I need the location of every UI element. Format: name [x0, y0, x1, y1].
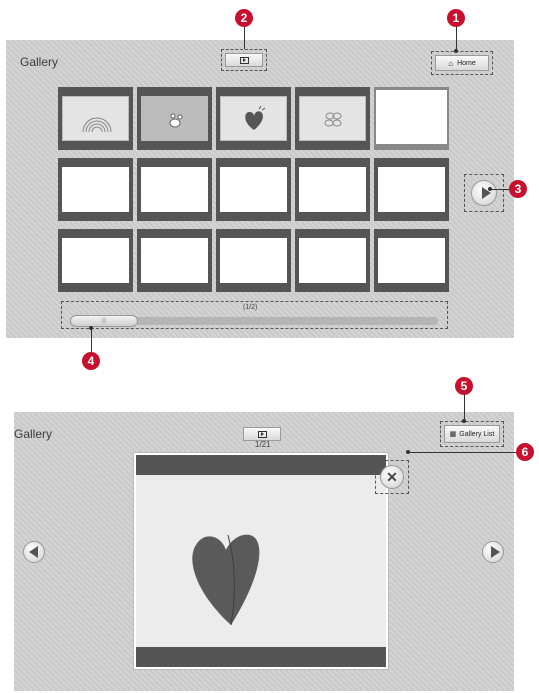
slideshow-button[interactable] [225, 53, 263, 67]
thumbnail-heart[interactable] [216, 87, 291, 150]
slideshow-button[interactable] [243, 427, 281, 441]
viewer-header-bar [136, 455, 386, 475]
home-label: Home [457, 59, 476, 67]
viewer-image [136, 475, 386, 647]
callout-leader [456, 27, 457, 51]
thumbnail-blank[interactable] [374, 158, 449, 221]
gallery-list-label: Gallery List [459, 430, 495, 438]
callout-4: 4 [82, 352, 100, 370]
thumbnail-image [62, 96, 129, 141]
callout-3: 3 [509, 180, 527, 198]
callout-anchor [488, 187, 492, 191]
scroll-thumb[interactable]: ||| [70, 315, 138, 327]
thumbnail-image [62, 238, 129, 283]
image-viewer[interactable] [134, 453, 388, 669]
thumbnail-image [378, 238, 445, 283]
thumbnail-blank[interactable] [295, 158, 370, 221]
next-image-button[interactable] [482, 541, 504, 563]
thumbnail-image [378, 167, 445, 212]
thumbnail-blank[interactable] [137, 158, 212, 221]
callout-leader [408, 452, 516, 453]
heart-icon [192, 534, 260, 626]
thumbnail-grid [58, 87, 452, 300]
callout-anchor [462, 419, 466, 423]
callout-5: 5 [455, 377, 473, 395]
next-arrow-icon [491, 546, 500, 558]
thumbnail-image [299, 96, 366, 141]
thumbnail-image [220, 96, 287, 141]
next-page-button[interactable] [471, 180, 497, 206]
home-button[interactable]: ⌂ Home [435, 55, 489, 71]
thumbnail-blank[interactable] [58, 158, 133, 221]
image-counter: 1/21 [255, 440, 271, 449]
callout-leader [244, 27, 245, 49]
thumbnail-blank[interactable] [374, 229, 449, 292]
heart-icon [245, 105, 266, 130]
callout-6: 6 [516, 443, 534, 461]
thumbnail-blank[interactable] [137, 229, 212, 292]
callout-leader [464, 395, 465, 421]
thumbnail-image [299, 238, 366, 283]
thumbnail-image [220, 167, 287, 212]
callout-1: 1 [447, 9, 465, 27]
gallery-panel-top: Gallery ⌂ Home (1/2) ||| [6, 40, 514, 338]
gallery-panel-bottom: Gallery ▦ Gallery List 1/21 ✕ [14, 412, 514, 691]
grid-icon: ▦ [449, 431, 457, 438]
previous-image-button[interactable] [23, 541, 45, 563]
callout-anchor [454, 49, 458, 53]
thumbnail-blank[interactable] [58, 229, 133, 292]
play-icon [257, 430, 267, 438]
gallery-title: Gallery [20, 55, 59, 69]
play-icon [239, 56, 249, 64]
thumbnail-image [141, 167, 208, 212]
callout-leader [490, 189, 509, 190]
thumbnail-blank[interactable] [216, 229, 291, 292]
home-icon: ⌂ [448, 58, 454, 68]
close-icon: ✕ [386, 469, 398, 485]
page-indicator: (1/2) [243, 304, 258, 311]
thumbnail-blank[interactable] [374, 87, 449, 150]
thumbnail-image [376, 90, 447, 144]
viewer-footer-bar [136, 647, 386, 667]
callout-leader [91, 328, 92, 352]
callout-anchor [406, 450, 410, 454]
character-icon [169, 113, 183, 128]
thumbnail-image [62, 167, 129, 212]
thumbnail-character[interactable] [137, 87, 212, 150]
gallery-list-button[interactable]: ▦ Gallery List [444, 425, 500, 443]
prev-arrow-icon [29, 546, 38, 558]
flower-icon [324, 112, 342, 127]
thumbnail-blank[interactable] [216, 158, 291, 221]
thumbnail-blank[interactable] [295, 229, 370, 292]
thumbnail-image [141, 96, 208, 141]
callout-anchor [89, 326, 93, 330]
close-button[interactable]: ✕ [380, 465, 404, 489]
rainbow-icon [82, 117, 112, 133]
thumbnail-image [141, 238, 208, 283]
thumbnail-image [299, 167, 366, 212]
thumbnail-flower[interactable] [295, 87, 370, 150]
thumbnail-image [220, 238, 287, 283]
thumbnail-rainbow[interactable] [58, 87, 133, 150]
gallery-title: Gallery [14, 427, 53, 441]
callout-2: 2 [235, 9, 253, 27]
